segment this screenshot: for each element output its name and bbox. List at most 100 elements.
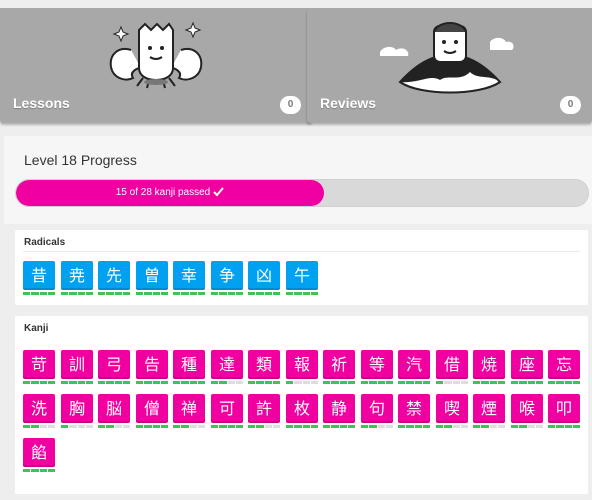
kanji-tile[interactable]: 禁	[398, 394, 430, 423]
srs-pip	[98, 425, 106, 428]
kanji-item[interactable]: 僧	[136, 394, 168, 429]
srs-pip	[85, 425, 93, 428]
radical-item[interactable]: 尭	[61, 261, 93, 296]
kanji-item[interactable]: 叩	[548, 394, 580, 429]
kanji-tile[interactable]: 報	[286, 350, 318, 379]
kanji-item[interactable]: 脳	[98, 394, 130, 429]
srs-pip	[106, 425, 114, 428]
kanji-tile[interactable]: 叩	[548, 394, 580, 423]
radical-tile[interactable]: 凶	[248, 261, 280, 290]
radical-tile[interactable]: 先	[98, 261, 130, 290]
kanji-tile[interactable]: 汽	[398, 350, 430, 379]
kanji-item[interactable]: 苛	[23, 350, 55, 385]
level-progress-text: 15 of 28 kanji passed	[115, 187, 211, 198]
srs-pip	[302, 292, 310, 295]
radical-tile[interactable]: 幸	[173, 261, 205, 290]
reviews-card[interactable]: Reviews 0	[307, 8, 592, 123]
radical-item[interactable]: 凶	[248, 261, 280, 296]
kanji-item[interactable]: 焼	[473, 350, 505, 385]
kanji-tile[interactable]: 等	[361, 350, 393, 379]
kanji-item[interactable]: 種	[173, 350, 205, 385]
srs-pip	[23, 381, 31, 384]
kanji-item[interactable]: 許	[248, 394, 280, 429]
srs-pip	[473, 381, 481, 384]
kanji-tile[interactable]: 許	[248, 394, 280, 423]
radical-tile[interactable]: 昔	[23, 261, 55, 290]
kanji-item[interactable]: 禅	[173, 394, 205, 429]
kanji-tile[interactable]: 句	[361, 394, 393, 423]
kanji-tile[interactable]: 餡	[23, 438, 55, 467]
kanji-tile[interactable]: 禅	[173, 394, 205, 423]
kanji-tile[interactable]: 胸	[61, 394, 93, 423]
kanji-tile[interactable]: 種	[173, 350, 205, 379]
kanji-item[interactable]: 静	[323, 394, 355, 429]
kanji-item[interactable]: 胸	[61, 394, 93, 429]
kanji-item[interactable]: 禁	[398, 394, 430, 429]
kanji-item[interactable]: 報	[286, 350, 318, 385]
kanji-item[interactable]: 喉	[511, 394, 543, 429]
radical-tile[interactable]: 争	[211, 261, 243, 290]
kanji-tile[interactable]: 喉	[511, 394, 543, 423]
kanji-item[interactable]: 座	[511, 350, 543, 385]
kanji-tile[interactable]: 可	[211, 394, 243, 423]
kanji-item[interactable]: 句	[361, 394, 393, 429]
radical-item[interactable]: 昔	[23, 261, 55, 296]
kanji-item[interactable]: 訓	[61, 350, 93, 385]
reviews-count-badge: 0	[560, 96, 581, 114]
kanji-item[interactable]: 告	[136, 350, 168, 385]
srs-pip	[160, 381, 168, 384]
srs-progress-pips	[136, 381, 168, 384]
kanji-tile[interactable]: 僧	[136, 394, 168, 423]
kanji-item[interactable]: 枚	[286, 394, 318, 429]
radical-tile[interactable]: 午	[286, 261, 318, 290]
kanji-tile[interactable]: 苛	[23, 350, 55, 379]
kanji-tile[interactable]: 祈	[323, 350, 355, 379]
kanji-tile[interactable]: 焼	[473, 350, 505, 379]
srs-pip	[272, 425, 280, 428]
kanji-tile[interactable]: 告	[136, 350, 168, 379]
radical-item[interactable]: 曽	[136, 261, 168, 296]
radical-item[interactable]: 幸	[173, 261, 205, 296]
kanji-item[interactable]: 弓	[98, 350, 130, 385]
kanji-tile[interactable]: 類	[248, 350, 280, 379]
srs-pip	[181, 381, 189, 384]
kanji-tile[interactable]: 脳	[98, 394, 130, 423]
srs-pip	[444, 381, 452, 384]
srs-pip	[189, 292, 197, 295]
srs-pip	[436, 381, 444, 384]
srs-pip	[444, 425, 452, 428]
kanji-tile[interactable]: 静	[323, 394, 355, 423]
kanji-item[interactable]: 類	[248, 350, 280, 385]
kanji-item[interactable]: 忘	[548, 350, 580, 385]
kanji-tile[interactable]: 枚	[286, 394, 318, 423]
kanji-item[interactable]: 借	[436, 350, 468, 385]
srs-pip	[385, 381, 393, 384]
kanji-item[interactable]: 煙	[473, 394, 505, 429]
lessons-card[interactable]: Lessons 0	[0, 8, 312, 123]
kanji-tile[interactable]: 弓	[98, 350, 130, 379]
kanji-tile[interactable]: 忘	[548, 350, 580, 379]
kanji-item[interactable]: 餡	[23, 438, 55, 473]
kanji-item[interactable]: 喫	[436, 394, 468, 429]
radical-item[interactable]: 争	[211, 261, 243, 296]
kanji-item[interactable]: 可	[211, 394, 243, 429]
radical-item[interactable]: 午	[286, 261, 318, 296]
kanji-item[interactable]: 洗	[23, 394, 55, 429]
kanji-tile[interactable]: 訓	[61, 350, 93, 379]
kanji-item[interactable]: 祈	[323, 350, 355, 385]
kanji-tile[interactable]: 座	[511, 350, 543, 379]
kanji-tile[interactable]: 喫	[436, 394, 468, 423]
kanji-tile[interactable]: 借	[436, 350, 468, 379]
kanji-item[interactable]: 汽	[398, 350, 430, 385]
radical-item[interactable]: 先	[98, 261, 130, 296]
kanji-item[interactable]: 達	[211, 350, 243, 385]
kanji-tile[interactable]: 達	[211, 350, 243, 379]
kanji-tile[interactable]: 煙	[473, 394, 505, 423]
kanji-item[interactable]: 等	[361, 350, 393, 385]
srs-pip	[189, 381, 197, 384]
kanji-tile[interactable]: 洗	[23, 394, 55, 423]
srs-pip	[377, 425, 385, 428]
radical-tile[interactable]: 尭	[61, 261, 93, 290]
srs-pip	[85, 381, 93, 384]
radical-tile[interactable]: 曽	[136, 261, 168, 290]
